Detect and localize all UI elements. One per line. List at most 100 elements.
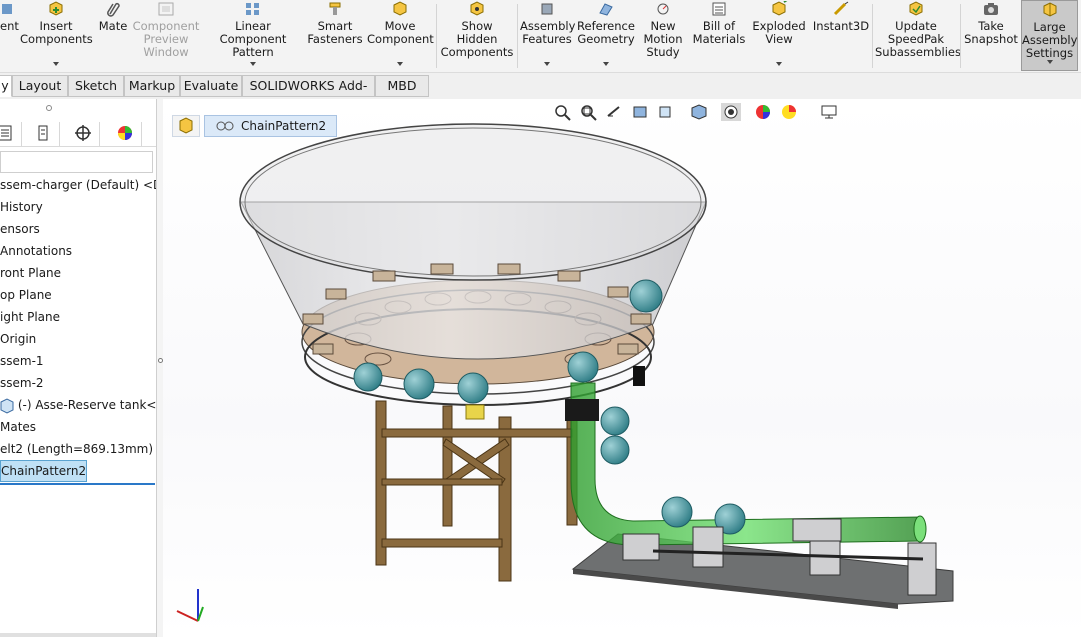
- ribbon-label: Bill of Materials: [692, 19, 746, 46]
- feature-manager-panel: ssem-charger (Default) <Disp History ens…: [0, 99, 157, 637]
- large-assembly-settings-button[interactable]: Large Assembly Settings: [1021, 0, 1078, 71]
- collapse-handle-icon[interactable]: [46, 105, 52, 111]
- chevron-down-icon[interactable]: [250, 62, 256, 66]
- component-preview-icon: [158, 2, 174, 16]
- zoom-to-fit-icon[interactable]: [553, 103, 573, 121]
- hide-show-icon[interactable]: [721, 103, 741, 121]
- assembly-breadcrumb-icon[interactable]: [172, 115, 200, 137]
- ribbon-label: New Motion Study: [643, 19, 683, 59]
- black-motor: [565, 399, 599, 421]
- view-orientation-icon[interactable]: [657, 103, 677, 121]
- instant3d-button[interactable]: Instant3D: [812, 0, 870, 72]
- chevron-down-icon[interactable]: [53, 62, 59, 66]
- move-component-icon: [393, 1, 407, 16]
- configuration-manager-tab[interactable]: [66, 122, 100, 146]
- linear-pattern-icon: [246, 3, 259, 15]
- tree-item-chainpattern2[interactable]: ChainPattern2: [0, 460, 88, 482]
- ribbon-label: Reference Geometry: [577, 19, 635, 46]
- ribbon-label: Mate: [98, 19, 128, 33]
- bill-of-materials-button[interactable]: Bill of Materials: [691, 0, 747, 72]
- zoom-area-icon[interactable]: [579, 103, 599, 121]
- tree-item-label: (-) Asse-Reserve tank<1> (: [17, 398, 157, 412]
- assembly-features-button[interactable]: Assembly Features: [520, 0, 575, 72]
- tree-item-right-plane[interactable]: ight Plane: [0, 306, 60, 328]
- mate-paperclip-icon: [107, 2, 120, 17]
- apply-scene-icon[interactable]: [779, 103, 799, 121]
- panel-scrollbar[interactable]: [0, 633, 156, 637]
- display-style-icon[interactable]: [689, 103, 709, 121]
- speedpak-icon: [909, 1, 923, 16]
- chevron-down-icon[interactable]: [603, 62, 609, 66]
- tree-item-origin[interactable]: Origin: [0, 328, 36, 350]
- ribbon-label: ent: [0, 19, 19, 33]
- instant3d-icon: [833, 1, 849, 16]
- show-hidden-button[interactable]: Show Hidden Components: [439, 0, 515, 72]
- tab-mbd[interactable]: MBD: [375, 75, 429, 97]
- component-preview-button[interactable]: Component Preview Window: [132, 0, 200, 72]
- insert-components-button[interactable]: Insert Components: [20, 0, 93, 72]
- breadcrumb-chainpattern2[interactable]: ChainPattern2: [204, 115, 338, 137]
- tree-item-reserve-tank[interactable]: (-) Asse-Reserve tank<1> (: [0, 394, 157, 416]
- assembly-3d-model[interactable]: [163, 99, 1081, 637]
- camera-icon: [984, 3, 998, 15]
- move-component-button[interactable]: Move Component: [367, 0, 434, 72]
- tab-solidworks-add-ins[interactable]: SOLIDWORKS Add-Ins: [242, 75, 375, 113]
- hopper-rim: [239, 123, 707, 281]
- tab-layout[interactable]: Layout: [12, 75, 68, 97]
- show-hidden-icon: [470, 1, 484, 16]
- tree-item-history[interactable]: History: [0, 196, 43, 218]
- tab-evaluate[interactable]: Evaluate: [180, 75, 242, 97]
- reference-geometry-button[interactable]: Reference Geometry: [576, 0, 636, 72]
- tree-item-front-plane[interactable]: ront Plane: [0, 262, 61, 284]
- smart-fasteners-button[interactable]: Smart Fasteners: [306, 0, 364, 72]
- ribbon-label: Linear Component Pattern: [219, 19, 287, 59]
- command-tabs: y Layout Sketch Markup Evaluate SOLIDWOR…: [0, 73, 1081, 113]
- tree-item-sensors[interactable]: ensors: [0, 218, 40, 240]
- motion-study-button[interactable]: New Motion Study: [640, 0, 686, 72]
- update-speedpak-button[interactable]: Update SpeedPak Subassemblies: [875, 0, 961, 72]
- edit-appearance-icon[interactable]: [753, 103, 773, 121]
- breadcrumb-label: ChainPattern2: [241, 119, 327, 133]
- tree-item-assem-2[interactable]: ssem-2: [0, 372, 44, 394]
- feature-tree-tab[interactable]: [0, 122, 22, 146]
- graphics-area[interactable]: ChainPattern2: [163, 99, 1081, 637]
- color-wheel-icon: [117, 126, 132, 140]
- ribbon-label: Update SpeedPak Subassemblies: [875, 19, 961, 59]
- wooden-stand: [375, 400, 578, 582]
- reference-geometry-icon: [599, 3, 613, 16]
- exploded-view-button[interactable]: Exploded View: [751, 0, 807, 72]
- chevron-down-icon[interactable]: [544, 62, 550, 66]
- view-settings-icon[interactable]: [819, 103, 839, 121]
- tree-filter-input[interactable]: [0, 151, 153, 173]
- edit-component-button[interactable]: ent: [0, 0, 19, 72]
- chevron-down-icon[interactable]: [1046, 60, 1053, 64]
- part-icon: [0, 397, 14, 414]
- edit-component-icon: [2, 4, 12, 14]
- tree-item-assembly-root[interactable]: ssem-charger (Default) <Disp: [0, 174, 156, 196]
- tree-item-mates[interactable]: Mates: [0, 416, 36, 438]
- panel-tabs: [0, 119, 156, 147]
- tab-assembly[interactable]: y: [0, 75, 12, 97]
- tree-item-belt2[interactable]: elt2 (Length=869.13mm): [0, 438, 153, 460]
- chevron-down-icon[interactable]: [776, 62, 782, 66]
- ribbon-label: Component Preview Window: [132, 19, 200, 59]
- property-manager-tab[interactable]: [26, 122, 60, 146]
- assembly-features-icon: [541, 3, 553, 15]
- panel-tab-more[interactable]: [144, 122, 156, 146]
- display-manager-tab[interactable]: [108, 122, 142, 146]
- mate-button[interactable]: Mate: [95, 0, 131, 72]
- take-snapshot-button[interactable]: Take Snapshot: [963, 0, 1019, 72]
- tree-item-annotations[interactable]: Annotations: [0, 240, 72, 262]
- previous-view-icon[interactable]: [605, 103, 625, 121]
- tab-sketch[interactable]: Sketch: [68, 75, 124, 97]
- tab-markup[interactable]: Markup: [124, 75, 180, 97]
- linear-pattern-button[interactable]: Linear Component Pattern: [203, 0, 303, 72]
- ribbon-separator: [436, 4, 437, 68]
- chain-pattern-icon: [216, 121, 234, 131]
- section-view-icon[interactable]: [631, 103, 651, 121]
- tree-item-top-plane[interactable]: op Plane: [0, 284, 52, 306]
- chevron-down-icon[interactable]: [397, 62, 403, 66]
- insert-components-icon: [49, 1, 63, 16]
- ribbon-label: Take Snapshot: [964, 19, 1018, 46]
- tree-item-assem-1[interactable]: ssem-1: [0, 350, 44, 372]
